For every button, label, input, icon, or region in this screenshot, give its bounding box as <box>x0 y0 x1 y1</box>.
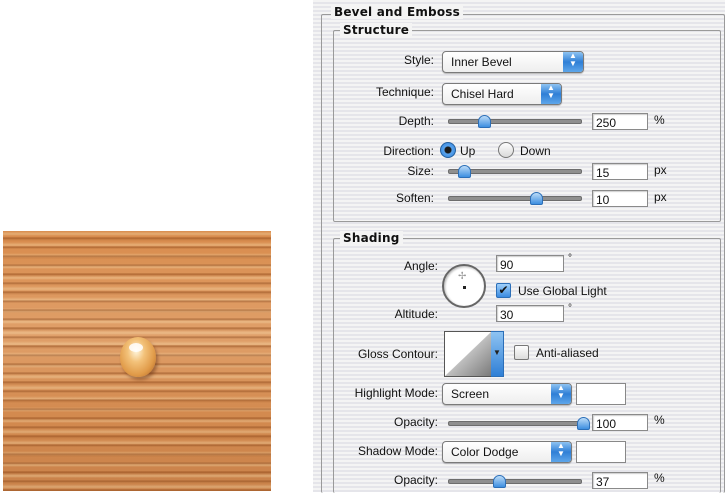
angle-dot <box>463 286 466 289</box>
highlight-mode-label: Highlight Mode: <box>354 386 438 400</box>
water-drop <box>120 337 156 377</box>
checkmark-icon: ✔ <box>498 283 509 297</box>
up-down-arrows-icon: ▲ ▼ <box>563 52 583 72</box>
soften-field[interactable]: 10 <box>592 190 648 207</box>
gloss-contour-preview[interactable] <box>444 331 492 377</box>
slider-thumb[interactable] <box>492 475 506 488</box>
gloss-contour-dropdown[interactable]: ▼ <box>491 331 504 377</box>
slider-track <box>448 119 582 124</box>
direction-down-radio[interactable] <box>498 142 514 158</box>
altitude-label: Altitude: <box>394 307 438 321</box>
direction-down-label: Down <box>520 144 551 158</box>
shading-group: Shading Angle: ✢ 90 ° ✔ Use Global Light… <box>333 231 721 493</box>
highlight-mode-popup[interactable]: Screen ▲ ▼ <box>442 383 572 405</box>
slider-thumb[interactable] <box>457 165 471 178</box>
soften-unit: px <box>654 190 667 204</box>
angle-label: Angle: <box>403 259 438 273</box>
up-down-arrows-icon: ▲ ▼ <box>551 442 571 462</box>
slider-track <box>448 196 582 201</box>
style-popup[interactable]: Inner Bevel ▲ ▼ <box>442 51 584 73</box>
shadow-mode-value: Color Dodge <box>451 445 519 459</box>
slider-thumb[interactable] <box>477 115 491 128</box>
technique-value: Chisel Hard <box>451 87 514 101</box>
anti-aliased-checkbox[interactable] <box>514 345 529 360</box>
highlight-opacity-slider[interactable] <box>448 417 590 430</box>
crosshair-icon: ✢ <box>458 271 467 282</box>
depth-slider[interactable] <box>448 115 582 128</box>
gloss-contour-label: Gloss Contour: <box>357 347 438 361</box>
altitude-field[interactable]: 30 <box>496 305 564 322</box>
highlight-opacity-label: Opacity: <box>393 415 438 429</box>
angle-dial[interactable]: ✢ <box>442 264 486 308</box>
structure-group: Structure Style: Inner Bevel ▲ ▼ Techniqu… <box>333 23 721 222</box>
technique-popup[interactable]: Chisel Hard ▲ ▼ <box>442 83 562 105</box>
size-unit: px <box>654 163 667 177</box>
structure-title: Structure <box>340 23 413 37</box>
use-global-light-checkbox[interactable]: ✔ <box>496 283 511 298</box>
size-field[interactable]: 15 <box>592 163 648 180</box>
altitude-unit: ° <box>568 303 572 314</box>
size-label: Size: <box>407 164 434 178</box>
angle-field[interactable]: 90 <box>496 255 564 272</box>
soften-slider[interactable] <box>448 192 582 205</box>
shadow-mode-label: Shadow Mode: <box>357 444 438 458</box>
bevel-emboss-title: Bevel and Emboss <box>331 5 463 19</box>
direction-up-radio[interactable] <box>440 142 456 158</box>
technique-label: Technique: <box>375 85 434 99</box>
shading-title: Shading <box>340 231 403 245</box>
chevron-down-icon: ▼ <box>493 348 501 357</box>
highlight-opacity-field[interactable]: 100 <box>592 414 648 431</box>
up-down-arrows-icon: ▲ ▼ <box>541 84 561 104</box>
direction-label: Direction: <box>383 144 434 158</box>
layer-style-panel: Bevel and Emboss Structure Style: Inner … <box>313 0 725 493</box>
shadow-opacity-slider[interactable] <box>448 475 582 488</box>
slider-thumb[interactable] <box>577 417 590 430</box>
shadow-opacity-field[interactable]: 37 <box>592 472 648 489</box>
depth-unit: % <box>654 113 665 127</box>
slider-track <box>448 479 582 484</box>
highlight-mode-value: Screen <box>451 387 490 401</box>
anti-aliased-label: Anti-aliased <box>536 346 599 360</box>
wood-texture-preview <box>3 231 271 491</box>
slider-track <box>448 421 582 426</box>
shadow-opacity-unit: % <box>654 471 665 485</box>
depth-label: Depth: <box>398 114 434 128</box>
slider-thumb[interactable] <box>530 192 544 205</box>
up-down-arrows-icon: ▲ ▼ <box>551 384 571 404</box>
direction-up-label: Up <box>460 144 476 158</box>
contour-curve-icon <box>445 332 491 376</box>
shadow-mode-popup[interactable]: Color Dodge ▲ ▼ <box>442 441 572 463</box>
highlight-opacity-unit: % <box>654 413 665 427</box>
style-label: Style: <box>403 53 434 67</box>
size-slider[interactable] <box>448 165 582 178</box>
shadow-color-swatch[interactable] <box>576 441 626 463</box>
soften-label: Soften: <box>395 191 434 205</box>
angle-unit: ° <box>568 253 572 264</box>
use-global-light-label: Use Global Light <box>518 284 607 298</box>
depth-field[interactable]: 250 <box>592 113 648 130</box>
style-value: Inner Bevel <box>451 55 512 69</box>
shadow-opacity-label: Opacity: <box>393 473 438 487</box>
highlight-color-swatch[interactable] <box>576 383 626 405</box>
